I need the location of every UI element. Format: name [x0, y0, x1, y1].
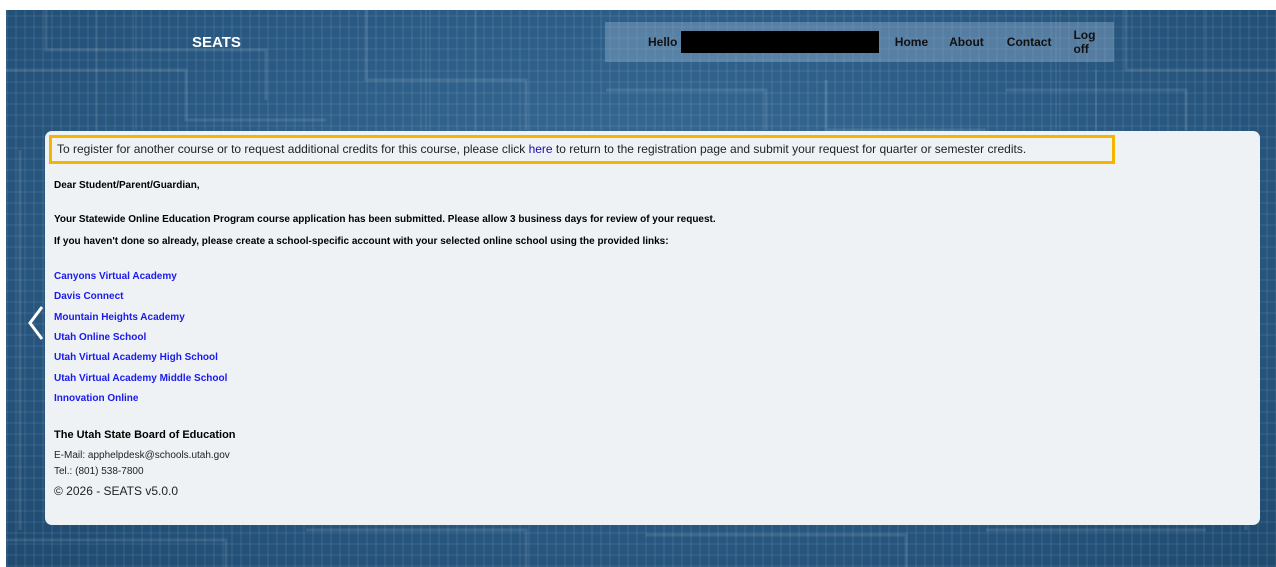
page-background: SEATS Hello Home About Contact Log off T… — [6, 10, 1276, 567]
school-link[interactable]: Utah Virtual Academy Middle School — [54, 373, 227, 384]
school-link[interactable]: Innovation Online — [54, 393, 138, 404]
footer-org-name: The Utah State Board of Education — [54, 429, 236, 441]
school-link[interactable]: Davis Connect — [54, 291, 123, 302]
nav-logoff-link[interactable]: Log off — [1073, 28, 1114, 56]
content-card: To register for another course or to req… — [45, 131, 1260, 525]
notice-text-after: to return to the registration page and s… — [552, 142, 1027, 156]
notice-here-link[interactable]: here — [529, 142, 553, 156]
salutation: Dear Student/Parent/Guardian, — [54, 180, 200, 191]
nav-about-link[interactable]: About — [949, 35, 984, 49]
copyright-text: © 2026 - SEATS v5.0.0 — [54, 484, 179, 498]
notice-text-before: To register for another course or to req… — [57, 142, 529, 156]
school-link[interactable]: Utah Online School — [54, 332, 146, 343]
school-link[interactable]: Utah Virtual Academy High School — [54, 352, 218, 363]
nav-home-link[interactable]: Home — [895, 35, 928, 49]
top-nav-bar: Hello Home About Contact Log off — [605, 22, 1114, 62]
nav-contact-link[interactable]: Contact — [1007, 35, 1052, 49]
school-link[interactable]: Mountain Heights Academy — [54, 312, 185, 323]
registration-notice: To register for another course or to req… — [49, 135, 1115, 164]
footer-email: E-Mail: apphelpdesk@schools.utah.gov — [54, 450, 230, 461]
account-instruction: If you haven't done so already, please c… — [54, 236, 669, 247]
school-link[interactable]: Canyons Virtual Academy — [54, 271, 177, 282]
brand-logo[interactable]: SEATS — [192, 34, 241, 51]
submission-message: Your Statewide Online Education Program … — [54, 214, 716, 225]
greeting-label: Hello — [648, 35, 678, 49]
redacted-username — [681, 31, 879, 53]
footer-phone: Tel.: (801) 538-7800 — [54, 466, 144, 477]
chevron-left-icon[interactable] — [26, 303, 46, 343]
